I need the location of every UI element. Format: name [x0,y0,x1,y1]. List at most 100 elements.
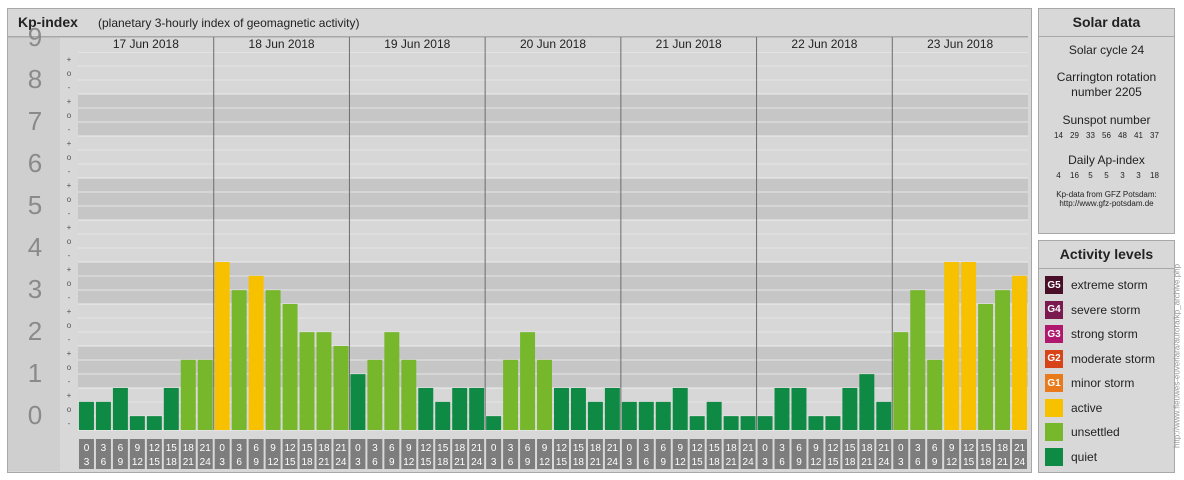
interval-start-label: 18 [726,443,738,454]
minor-tick-label: o [67,153,72,162]
interval-end-label: 15 [284,457,296,468]
interval-end-label: 6 [915,457,921,468]
interval-start-label: 12 [556,443,568,454]
interval-end-label: 9 [660,457,666,468]
kp-bar [927,359,943,430]
interval-start-label: 21 [743,443,755,454]
interval-end-label: 12 [403,457,415,468]
legend-swatch [1045,398,1063,417]
legend-label: quiet [1071,449,1098,464]
interval-start-label: 21 [607,443,619,454]
ap-value: 5 [1104,171,1109,180]
interval-start-label: 21 [471,443,483,454]
interval-end-label: 9 [525,457,531,468]
interval-end-label: 12 [675,457,687,468]
interval-end-label: 18 [844,457,856,468]
interval-start-label: 6 [796,443,802,454]
interval-end-label: 24 [878,457,890,468]
interval-start-label: 6 [932,443,938,454]
interval-end-label: 12 [268,457,280,468]
day-label: 21 Jun 2018 [656,37,722,51]
interval-end-label: 3 [627,457,633,468]
interval-start-label: 3 [644,443,650,454]
legend-swatch: G2 [1045,349,1063,368]
kp-bar [706,401,722,430]
kp-bar [842,388,858,430]
interval-end-label: 18 [709,457,721,468]
kp-bar [333,346,349,430]
legend-label: unsettled [1071,425,1120,439]
kp-bar [723,416,739,430]
minor-tick-label: - [68,377,71,386]
y-tick-label: 4 [28,232,42,262]
kp-bar [689,416,705,430]
interval-end-label: 9 [389,457,395,468]
interval-end-label: 24 [1014,457,1026,468]
interval-end-label: 21 [454,457,466,468]
interval-end-label: 15 [149,457,161,468]
minor-tick-label: o [67,195,72,204]
interval-start-label: 18 [861,443,873,454]
legend-item-moderate-storm: G2 moderate storm [1045,349,1155,369]
kp-chart: 0123456789-o+-o+-o+-o+-o+-o+-o+-o+-o+17 … [8,22,1028,471]
interval-end-label: 15 [556,457,568,468]
minor-tick-label: - [68,167,71,176]
interval-start-label: 15 [437,443,449,454]
minor-tick-label: - [68,125,71,134]
sunspot-value: 48 [1118,131,1127,140]
interval-start-label: 6 [389,443,395,454]
interval-start-label: 12 [692,443,704,454]
day-label: 17 Jun 2018 [113,37,179,51]
sunspot-value: 14 [1054,131,1063,140]
interval-start-label: 3 [779,443,785,454]
interval-start-label: 15 [166,443,178,454]
kp-bar [944,262,960,430]
interval-end-label: 3 [219,457,225,468]
interval-end-label: 18 [301,457,313,468]
kp-bar [621,401,637,430]
interval-end-label: 12 [946,457,958,468]
sunspot-value: 56 [1102,131,1111,140]
interval-end-label: 6 [644,457,650,468]
minor-tick-label: o [67,111,72,120]
kp-bar [961,262,977,430]
interval-start-label: 6 [253,443,259,454]
legend-label: strong storm [1071,327,1138,341]
interval-start-label: 0 [355,443,361,454]
kp-bar [231,290,247,430]
interval-end-label: 6 [508,457,514,468]
legend-item-active: active [1045,398,1102,418]
watermark: http://www.fieuwes-euverlara/aurora/kp_a… [1171,240,1183,471]
minor-tick-label: + [67,181,72,190]
interval-end-label: 18 [980,457,992,468]
carrington-line2: number 2205 [1071,85,1142,99]
kp-bar [299,332,315,430]
sunspot-value: 41 [1134,131,1143,140]
minor-tick-label: + [67,349,72,358]
interval-start-label: 9 [406,443,412,454]
interval-start-label: 12 [420,443,432,454]
legend-label: moderate storm [1071,351,1156,366]
carrington-line1: Carrington rotation [1056,70,1157,84]
minor-tick-label: o [67,363,72,372]
interval-start-label: 21 [335,443,347,454]
day-label: 22 Jun 2018 [791,37,857,51]
interval-start-label: 6 [118,443,124,454]
y-tick-label: 7 [28,106,42,136]
interval-end-label: 24 [471,457,483,468]
interval-start-label: 15 [980,443,992,454]
kp-bar [587,401,603,430]
legend-label: active [1071,400,1103,415]
interval-start-label: 12 [284,443,296,454]
interval-end-label: 6 [779,457,785,468]
interval-end-label: 15 [420,457,432,468]
kp-bar [638,401,654,430]
interval-start-label: 15 [573,443,585,454]
ap-value: 3 [1120,171,1125,180]
legend-item-unsettled: unsettled [1045,422,1120,442]
ap-value: 4 [1056,171,1061,180]
legend-swatch: G1 [1045,374,1063,392]
interval-start-label: 0 [627,443,633,454]
source-link[interactable]: http://www.gfz-potsdam.de [1039,199,1174,208]
watermark-text: http://www.fieuwes-euverlara/aurora/kp_a… [1172,263,1182,448]
